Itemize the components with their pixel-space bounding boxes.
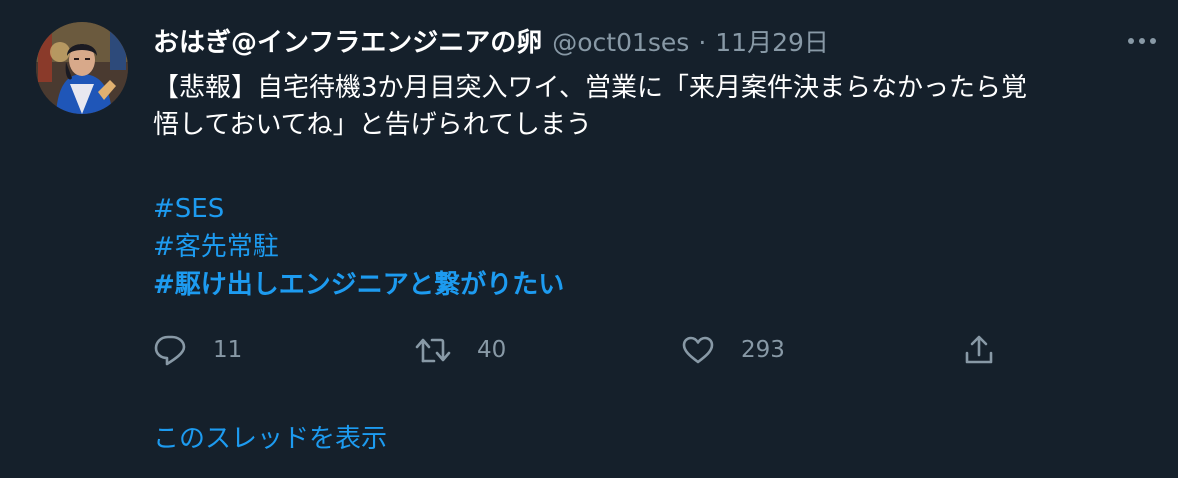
author-display-name[interactable]: おはぎ@インフラエンジニアの卵: [153, 24, 542, 62]
show-thread-link[interactable]: このスレッドを表示: [153, 420, 387, 458]
tweet-timestamp[interactable]: 11月29日: [715, 24, 829, 62]
reply-icon: [154, 335, 186, 366]
retweet-icon: [415, 338, 451, 363]
share-button[interactable]: [963, 328, 995, 372]
tweet-header: おはぎ@インフラエンジニアの卵 @oct01ses · 11月29日: [153, 24, 829, 62]
avatar-illustration-icon: [36, 22, 128, 114]
reply-count: 11: [213, 337, 243, 363]
tweet-text-line: 悟しておいてね」と告げられてしまう: [153, 110, 592, 140]
share-icon: [965, 335, 993, 364]
tweet-text: 【悲報】自宅待機3か月目突入ワイ、営業に「来月案件決まらなかったら覚 悟しておい…: [153, 70, 1163, 144]
hashtag-list: #SES #客先常駐 #駆け出しエンジニアと繋がりたい: [153, 190, 564, 304]
avatar[interactable]: [36, 22, 128, 114]
tweet-text-line: 【悲報】自宅待機3か月目突入ワイ、営業に「来月案件決まらなかったら覚: [153, 73, 1028, 103]
retweet-button[interactable]: 40: [415, 328, 506, 372]
hashtag-link[interactable]: #駆け出しエンジニアと繋がりたい: [153, 266, 564, 304]
more-options-button[interactable]: [1124, 26, 1160, 56]
reply-button[interactable]: 11: [153, 328, 242, 372]
header-separator: ·: [698, 28, 707, 57]
tweet-action-bar: 11 40 293: [153, 328, 1013, 372]
hashtag-link[interactable]: #客先常駐: [153, 228, 564, 266]
heart-icon: [682, 336, 714, 364]
retweet-count: 40: [477, 337, 507, 363]
author-handle[interactable]: @oct01ses: [552, 24, 689, 62]
more-dots-icon: [1128, 38, 1156, 44]
like-button[interactable]: 293: [681, 328, 785, 372]
hashtag-link[interactable]: #SES: [153, 190, 564, 228]
tweet-card[interactable]: おはぎ@インフラエンジニアの卵 @oct01ses · 11月29日 【悲報】自…: [0, 0, 1178, 478]
like-count: 293: [741, 337, 785, 363]
